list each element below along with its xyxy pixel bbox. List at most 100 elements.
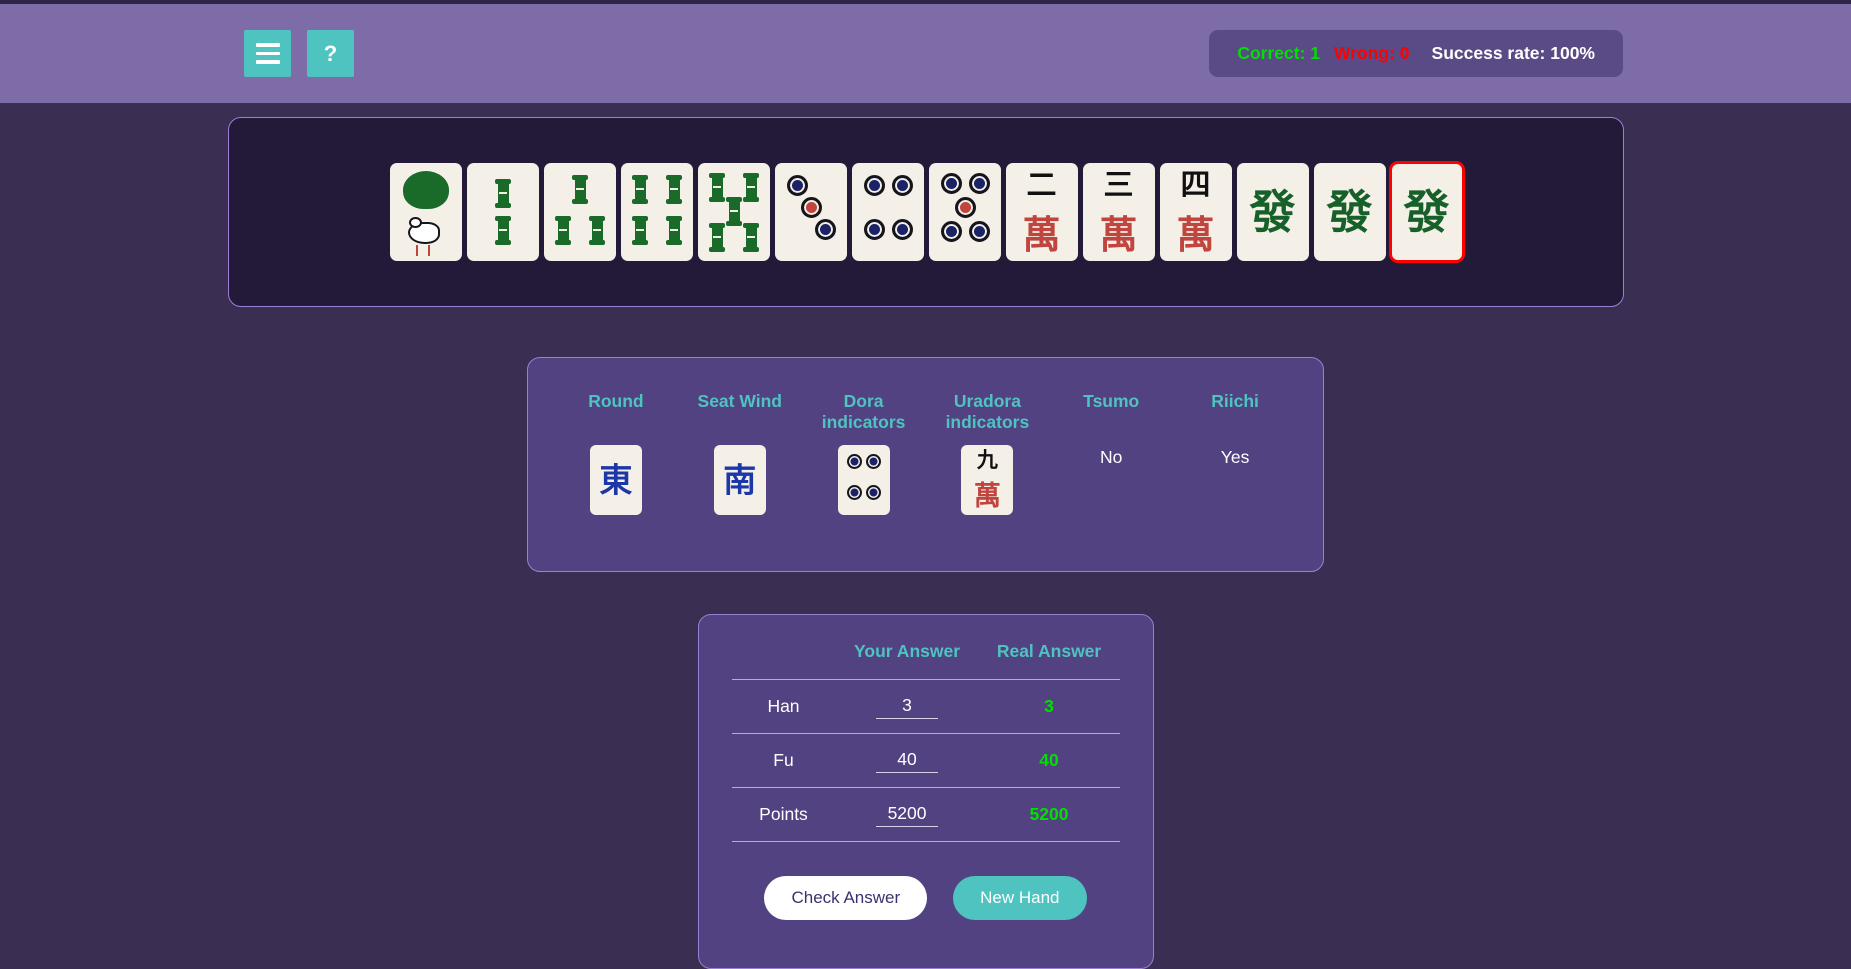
- circle-dot-icon: [786, 175, 808, 196]
- info-column: Uradora indicators 九萬: [929, 391, 1045, 571]
- answer-panel: Your Answer Real Answer Han 3 Fu 40 Points 52…: [697, 614, 1154, 969]
- mahjong-tile[interactable]: 二萬: [1005, 163, 1078, 261]
- info-column: Round 東: [558, 391, 674, 571]
- bamboo-stick-icon: [666, 175, 682, 204]
- success-rate: Success rate: 100%: [1431, 43, 1595, 63]
- circle-dot-icon: [863, 219, 885, 240]
- answer-button-row: Check Answer New Hand: [732, 876, 1120, 920]
- info-column: Dora indicators: [806, 391, 922, 571]
- mahjong-tile[interactable]: [837, 445, 890, 515]
- correct-count: Correct: 1: [1237, 43, 1321, 63]
- info-column: Riichi Yes: [1177, 391, 1293, 571]
- answer-row-label: Han: [731, 679, 836, 734]
- bamboo-stick-icon: [632, 216, 648, 245]
- info-column-label: Dora indicators: [821, 391, 906, 432]
- your-answer-cell: [835, 733, 979, 788]
- circle-dot-icon: [814, 219, 836, 240]
- honor-glyph: 南: [723, 460, 757, 500]
- answer-table: Your Answer Real Answer Han 3 Fu 40 Points 52…: [731, 641, 1120, 842]
- real-answer-value: 40: [1039, 750, 1059, 770]
- answer-input-han[interactable]: [876, 694, 939, 719]
- bamboo-stick-icon: [666, 216, 682, 245]
- mahjong-tile[interactable]: [543, 163, 616, 261]
- info-tile-group: 九萬: [961, 445, 1014, 515]
- circle-dot-icon: [940, 173, 962, 194]
- question-mark-icon: ?: [323, 40, 338, 66]
- circle-dot-icon: [865, 485, 881, 500]
- hand-tile-row: 二萬三萬四萬發發發: [389, 161, 1465, 263]
- character-number-glyph: 九: [976, 448, 998, 472]
- mahjong-tile[interactable]: 南: [713, 445, 766, 515]
- circle-dot-icon: [968, 173, 990, 194]
- honor-glyph: 東: [599, 460, 633, 500]
- bamboo-stick-icon: [572, 175, 588, 204]
- mahjong-tile[interactable]: 發: [1313, 163, 1386, 261]
- menu-button[interactable]: [244, 30, 291, 77]
- character-suit-glyph: 萬: [973, 481, 1001, 512]
- real-answer-header: Real Answer: [996, 641, 1102, 661]
- circle-dot-icon: [940, 221, 962, 242]
- mahjong-tile[interactable]: [774, 163, 847, 261]
- info-tile-group: 東: [589, 445, 642, 515]
- answer-row: Fu 40: [731, 733, 1120, 788]
- bamboo-stick-icon: [709, 173, 725, 202]
- hand-info-panel: Round 東 Seat Wind 南 Dora indicators Uradora i…: [527, 357, 1324, 572]
- mahjong-tile[interactable]: 發: [1236, 163, 1309, 261]
- real-answer-value: 5200: [1029, 804, 1069, 824]
- answer-input-fu[interactable]: [876, 748, 939, 773]
- circle-dot-icon: [891, 175, 913, 196]
- bamboo-stick-icon: [709, 223, 725, 252]
- mahjong-tile[interactable]: [389, 163, 462, 261]
- mahjong-tile[interactable]: 東: [589, 445, 642, 515]
- info-column-label: Uradora indicators: [945, 391, 1030, 432]
- character-suit-glyph: 萬: [1176, 213, 1215, 257]
- info-tile-group: 南: [713, 445, 766, 515]
- mahjong-tile[interactable]: [697, 163, 770, 261]
- info-column-label: Riichi: [1211, 391, 1259, 411]
- check-answer-button[interactable]: Check Answer: [764, 876, 928, 920]
- mahjong-tile[interactable]: 發: [1388, 161, 1465, 263]
- mahjong-tile[interactable]: 九萬: [961, 445, 1014, 515]
- honor-glyph: 發: [1326, 185, 1373, 239]
- character-suit-glyph: 萬: [1022, 213, 1061, 257]
- circle-dot-icon: [954, 197, 976, 218]
- bamboo-stick-icon: [632, 175, 648, 204]
- answer-row: Han 3: [731, 679, 1120, 734]
- your-answer-header: Your Answer: [854, 641, 961, 661]
- bamboo-stick-icon: [726, 197, 742, 226]
- answer-input-points[interactable]: [876, 802, 939, 827]
- real-answer-cell: 5200: [978, 787, 1120, 842]
- real-answer-value: 3: [1044, 696, 1054, 716]
- real-answer-cell: 3: [978, 679, 1120, 734]
- circle-dot-icon: [891, 219, 913, 240]
- bamboo-stick-icon: [495, 216, 511, 245]
- answer-row: Points 5200: [731, 787, 1120, 842]
- wrong-count: Wrong: 0: [1334, 43, 1410, 63]
- mahjong-tile[interactable]: [928, 163, 1001, 261]
- answer-row-label: Points: [731, 787, 836, 842]
- bamboo-stick-icon: [589, 216, 605, 245]
- help-button[interactable]: ?: [307, 30, 354, 77]
- info-column-value: Yes: [1220, 447, 1250, 467]
- mahjong-tile[interactable]: 三萬: [1082, 163, 1155, 261]
- app-header: ? Correct: 1 Wrong: 0 Success rate: 100%: [0, 4, 1851, 103]
- info-column-value: No: [1100, 447, 1123, 467]
- bamboo-stick-icon: [743, 223, 759, 252]
- info-column-label: Round: [588, 391, 644, 411]
- character-number-glyph: 三: [1103, 168, 1134, 203]
- bamboo-stick-icon: [743, 173, 759, 202]
- bamboo-stick-icon: [555, 216, 571, 245]
- answer-row-label-header: [732, 641, 836, 680]
- info-column-label: Tsumo: [1083, 391, 1140, 411]
- mahjong-tile[interactable]: [466, 163, 539, 261]
- mahjong-tile[interactable]: [620, 163, 693, 261]
- real-answer-cell: 40: [978, 733, 1120, 788]
- new-hand-button[interactable]: New Hand: [953, 876, 1087, 920]
- mahjong-tile[interactable]: [851, 163, 924, 261]
- circle-dot-icon: [968, 221, 990, 242]
- honor-glyph: 發: [1403, 185, 1450, 239]
- info-column: Tsumo No: [1053, 391, 1169, 571]
- circle-dot-icon: [863, 175, 885, 196]
- circle-dot-icon: [846, 485, 862, 500]
- mahjong-tile[interactable]: 四萬: [1159, 163, 1232, 261]
